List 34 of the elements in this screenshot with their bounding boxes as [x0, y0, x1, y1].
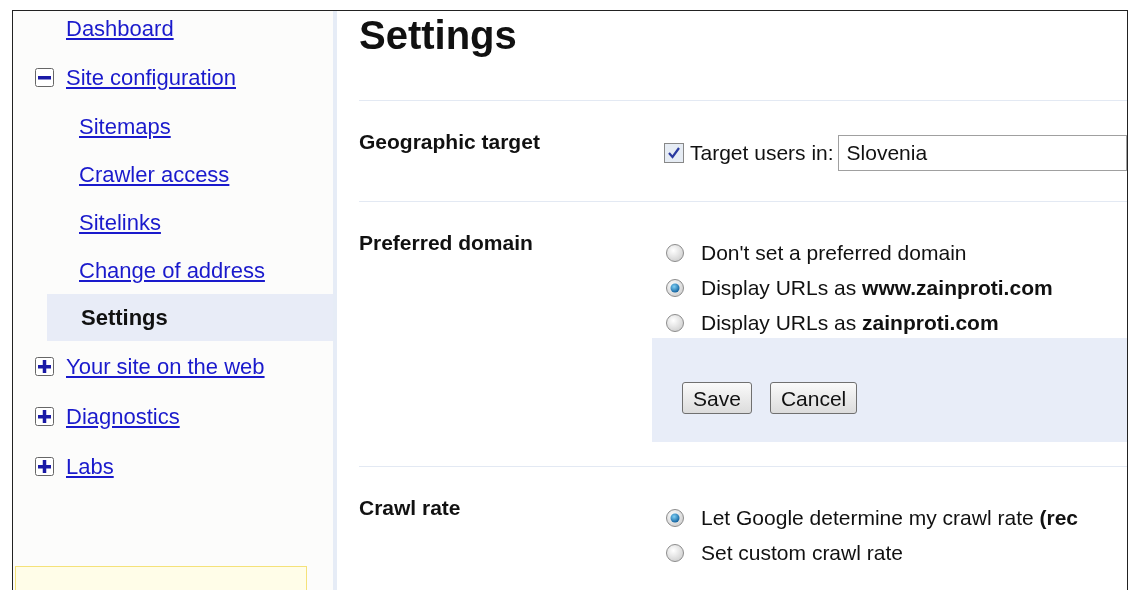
checkbox[interactable] — [664, 143, 684, 163]
check-icon — [667, 146, 681, 160]
section-label: Preferred domain — [359, 230, 534, 256]
option-label: Display URLs as www.zainproti.com — [701, 274, 1053, 301]
section-label: Geographic target — [359, 129, 541, 155]
radio-button[interactable] — [665, 542, 685, 563]
option-label: Don't set a preferred domain — [701, 239, 967, 266]
sidebar-link[interactable]: Site configuration — [66, 60, 236, 94]
sidebar-link[interactable]: Dashboard — [66, 11, 174, 45]
expand-icon[interactable] — [35, 406, 54, 426]
country-select[interactable]: Slovenia — [837, 135, 1127, 171]
sidebar-link[interactable]: Your site on the web — [66, 349, 265, 383]
sidebar-link[interactable]: Sitemaps — [79, 109, 171, 143]
sidebar-item[interactable]: Settings — [47, 294, 333, 341]
radio-button[interactable] — [665, 312, 685, 333]
sidebar-link[interactable]: Sitelinks — [79, 205, 161, 239]
sidebar-link[interactable]: Diagnostics — [66, 399, 180, 433]
option-label: Display URLs as zainproti.com — [701, 309, 999, 336]
section-label: Crawl rate — [359, 495, 462, 521]
collapse-icon[interactable] — [35, 67, 54, 87]
sidebar-link[interactable]: Labs — [66, 449, 114, 483]
radio-button[interactable] — [665, 277, 685, 298]
expand-icon[interactable] — [35, 356, 54, 376]
option-label: Set custom crawl rate — [701, 539, 903, 566]
radio-button[interactable] — [665, 242, 685, 263]
cancel-button[interactable]: Cancel — [769, 382, 858, 414]
sidebar-link[interactable]: Crawler access — [79, 157, 230, 191]
page-title: Settings — [359, 12, 518, 59]
expand-icon[interactable] — [35, 456, 54, 476]
radio-button[interactable] — [665, 507, 685, 528]
sidebar-link[interactable]: Change of address — [79, 253, 265, 287]
checkbox-label: Target users in: — [690, 140, 834, 167]
option-label: Let Google determine my crawl rate (rec — [701, 504, 1078, 531]
save-button[interactable]: Save — [682, 382, 752, 414]
